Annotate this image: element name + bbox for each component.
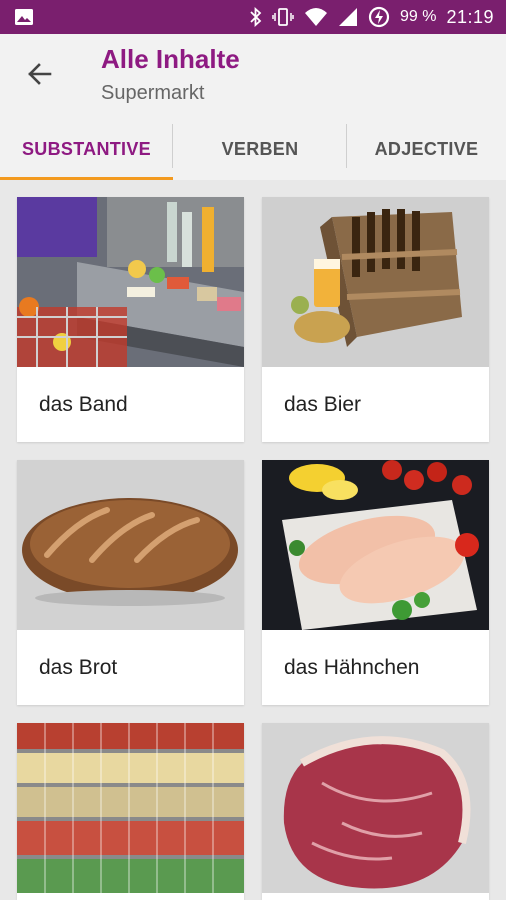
supermarket-shelves-image — [17, 723, 244, 893]
app-bar: Alle Inhalte Supermarkt — [0, 34, 506, 118]
card-label: das Bier — [284, 392, 362, 416]
image-icon — [15, 9, 33, 25]
status-bar: 99 % 21:19 — [0, 0, 506, 34]
beer-crate-image — [262, 197, 489, 367]
card-label: das Band — [39, 392, 128, 416]
card-label: das Hähnchen — [284, 655, 420, 679]
tab-label: ADJECTIVE — [374, 138, 479, 159]
raw-steak-image — [262, 723, 489, 893]
card-label: das Brot — [39, 655, 118, 679]
page-title: Alle Inhalte — [101, 44, 240, 74]
card-supermarket-shelves[interactable] — [17, 723, 244, 900]
back-arrow-icon[interactable] — [24, 58, 56, 90]
chicken-breast-image — [262, 460, 489, 630]
battery-percentage: 99 % — [399, 8, 437, 25]
card-raw-steak[interactable] — [262, 723, 489, 900]
page-subtitle: Supermarkt — [101, 82, 205, 104]
vibrate-icon — [272, 8, 294, 26]
tab-substantive[interactable]: SUBSTANTIVE — [0, 118, 173, 180]
active-tab-indicator — [0, 177, 173, 180]
tab-label: VERBEN — [221, 138, 299, 159]
tab-bar: SUBSTANTIVE VERBEN ADJECTIVE — [0, 118, 506, 180]
card-das-band[interactable]: das Band — [17, 197, 244, 442]
battery-charging-icon — [368, 6, 390, 28]
bluetooth-icon — [250, 7, 262, 27]
wifi-icon — [304, 8, 327, 26]
signal-icon — [338, 8, 357, 26]
checkout-belt-image — [17, 197, 244, 367]
card-das-haehnchen[interactable]: das Hähnchen — [262, 460, 489, 705]
card-das-bier[interactable]: das Bier — [262, 197, 489, 442]
tab-adjective[interactable]: ADJECTIVE — [347, 118, 506, 180]
card-das-brot[interactable]: das Brot — [17, 460, 244, 705]
tab-label: SUBSTANTIVE — [22, 138, 151, 159]
clock: 21:19 — [446, 6, 494, 27]
tab-verben[interactable]: VERBEN — [173, 118, 347, 180]
bread-loaf-image — [17, 460, 244, 630]
